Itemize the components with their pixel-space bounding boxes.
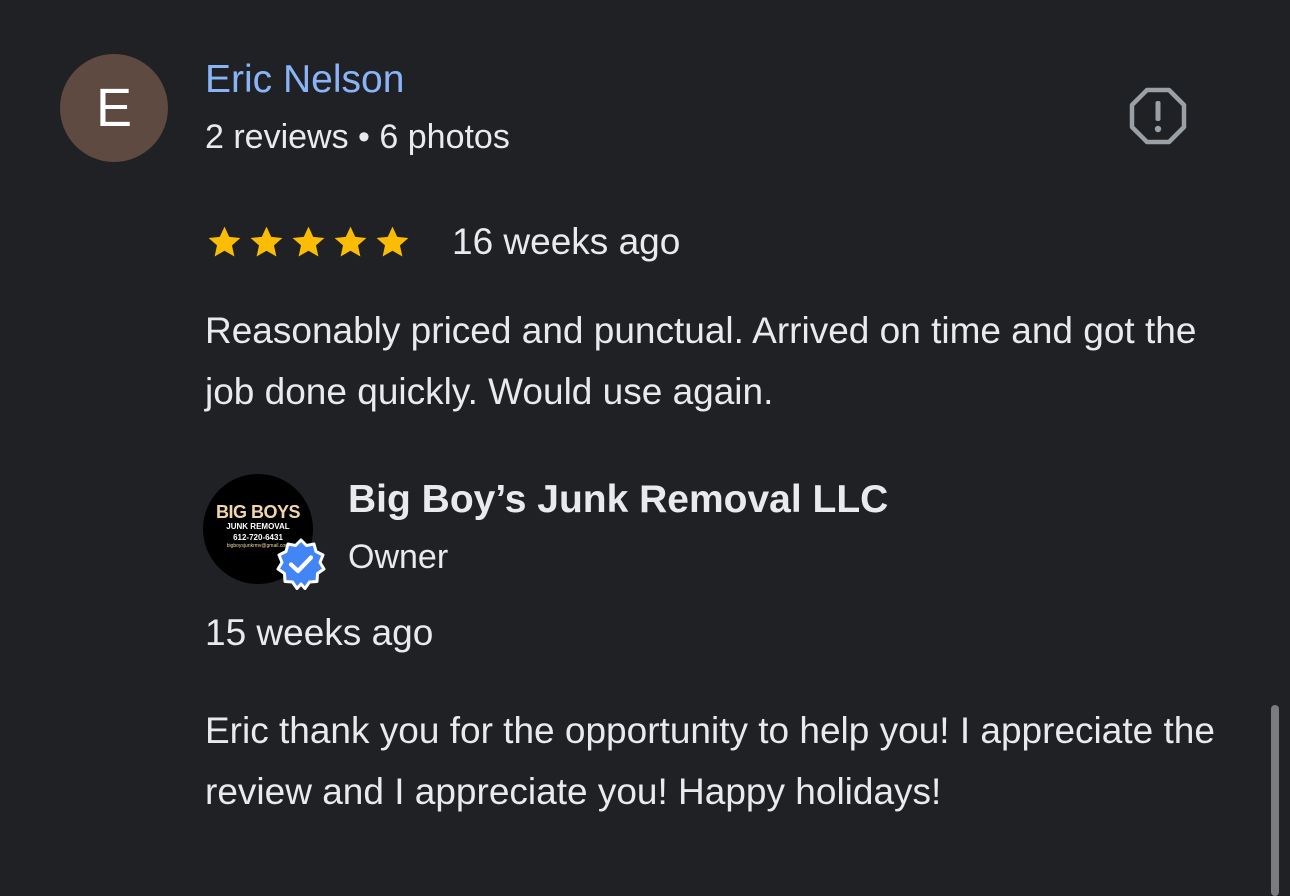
star-icon [250, 226, 283, 256]
star-rating [205, 223, 412, 262]
logo-title: BIG BOYS [215, 502, 301, 522]
review-text: Reasonably priced and punctual. Arrived … [205, 310, 1197, 412]
report-review-button[interactable] [1128, 86, 1188, 146]
owner-role: Owner [348, 538, 449, 576]
owner-logo[interactable]: BIG BOYS JUNK REMOVAL 612-720-6431 bigbo… [203, 474, 326, 590]
report-flag-icon [1129, 87, 1187, 145]
review-card: E Eric Nelson 2 reviews • 6 photos 16 we… [0, 0, 1290, 896]
reviewer-name-link[interactable]: Eric Nelson [205, 58, 404, 102]
star-icon [292, 226, 325, 256]
logo-subtitle: JUNK REMOVAL [226, 522, 290, 531]
rating-row: 16 weeks ago [205, 218, 680, 266]
star-icon [208, 226, 241, 256]
reviewer-meta: 2 reviews • 6 photos [205, 118, 510, 156]
review-date: 16 weeks ago [452, 221, 681, 262]
star-icon [334, 226, 367, 256]
reply-text: Eric thank you for the opportunity to he… [205, 710, 1215, 812]
star-icon [376, 226, 409, 256]
reviewer-avatar[interactable]: E [60, 54, 168, 162]
scrollbar-thumb[interactable] [1271, 705, 1279, 896]
verified-badge-icon [276, 538, 326, 590]
avatar-letter: E [95, 78, 133, 138]
owner-name: Big Boy’s Junk Removal LLC [348, 478, 889, 521]
reply-date: 15 weeks ago [205, 612, 434, 653]
